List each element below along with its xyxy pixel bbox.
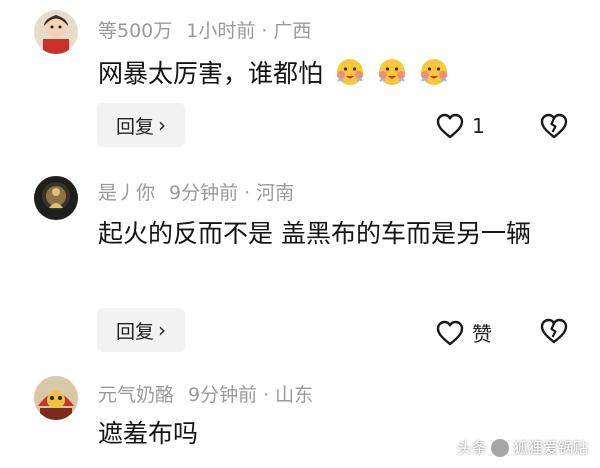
separator: · xyxy=(261,20,268,42)
chevron-right-icon: › xyxy=(158,318,166,342)
like-button[interactable]: 1 xyxy=(436,113,485,139)
separator: · xyxy=(263,384,270,406)
location: 广西 xyxy=(273,20,312,42)
watermark: 头条 狐狸爱锅贴 xyxy=(457,437,588,458)
reply-button[interactable]: 回复 › xyxy=(97,103,185,147)
location: 山东 xyxy=(275,384,314,406)
comment-meta: 等500万 1小时前 · 广西 xyxy=(98,16,311,43)
watermark-prefix: 头条 xyxy=(456,439,487,457)
at-icon xyxy=(490,438,509,457)
hot-face-emoji-icon xyxy=(378,59,405,85)
like-label: 赞 xyxy=(472,322,492,346)
heart-icon xyxy=(436,320,464,345)
avatar[interactable] xyxy=(34,10,78,54)
timestamp: 9分钟前 xyxy=(188,384,258,406)
avatar[interactable] xyxy=(34,176,78,220)
comment-meta: 元气奶酪 9分钟前 · 山东 xyxy=(98,380,313,407)
dislike-button[interactable] xyxy=(540,113,568,143)
like-count: 1 xyxy=(472,114,485,138)
reply-label: 回复 xyxy=(115,115,154,138)
username[interactable]: 元气奶酪 xyxy=(98,384,174,406)
reply-label: 回复 xyxy=(115,320,154,343)
broken-heart-icon xyxy=(540,113,568,139)
timestamp: 1小时前 xyxy=(186,20,256,42)
username[interactable]: 是丿你 xyxy=(98,182,155,204)
avatar[interactable] xyxy=(34,376,78,420)
comment-text: 起火的反而不是 盖黑布的车而是另一辆 xyxy=(98,212,568,256)
heart-icon xyxy=(436,113,464,139)
separator: · xyxy=(244,182,251,204)
watermark-handle: 狐狸爱锅贴 xyxy=(512,439,588,457)
broken-heart-icon xyxy=(540,318,568,344)
comment-text-content: 遮羞布吗 xyxy=(98,419,199,448)
comment-text-content: 网暴太厉害，谁都怕 xyxy=(98,59,324,88)
hot-face-emoji-icon xyxy=(336,59,363,85)
username[interactable]: 等500万 xyxy=(98,20,172,42)
hot-face-emoji-icon xyxy=(420,59,447,85)
reply-button[interactable]: 回复 › xyxy=(97,308,185,352)
like-button[interactable]: 赞 xyxy=(436,318,492,347)
comment-meta: 是丿你 9分钟前 · 河南 xyxy=(98,178,294,205)
comment-text-content: 起火的反而不是 盖黑布的车而是另一辆 xyxy=(98,219,531,248)
dislike-button[interactable] xyxy=(540,318,568,348)
chevron-right-icon: › xyxy=(158,113,166,137)
timestamp: 9分钟前 xyxy=(169,182,239,204)
comment-text: 网暴太厉害，谁都怕 xyxy=(98,52,568,96)
location: 河南 xyxy=(256,182,295,204)
